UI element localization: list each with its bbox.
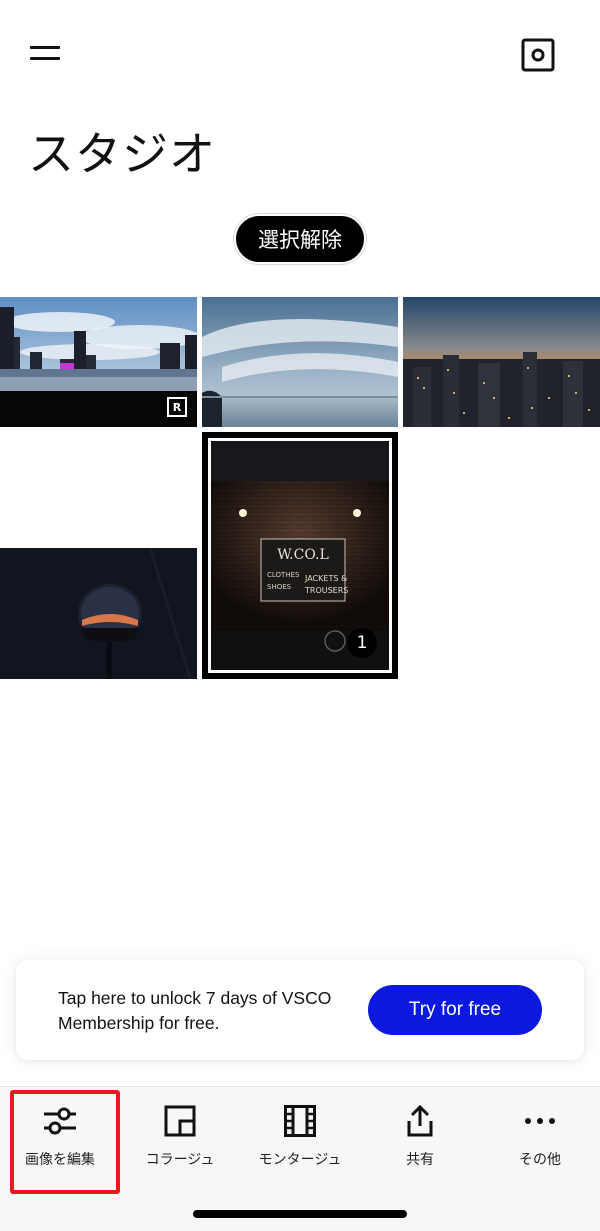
- tab-more[interactable]: その他: [480, 1105, 600, 1175]
- home-indicator[interactable]: [193, 1210, 407, 1218]
- tab-montage[interactable]: モンタージュ: [240, 1105, 360, 1175]
- collage-icon: [164, 1105, 196, 1137]
- sign-left-line: CLOTHES: [267, 571, 300, 579]
- photo-thumbnail-selected[interactable]: W.CO.L CLOTHES SHOES JACKETS & TROUSERS …: [202, 432, 398, 679]
- more-icon: [524, 1105, 556, 1137]
- promo-text: Tap here to unlock 7 days of VSCO Member…: [58, 988, 332, 1033]
- menu-icon[interactable]: [22, 36, 66, 72]
- camera-icon[interactable]: [520, 37, 556, 73]
- selected-photo-border: W.CO.L CLOTHES SHOES JACKETS & TROUSERS …: [208, 438, 392, 673]
- tab-label: その他: [519, 1152, 561, 1168]
- share-icon: [404, 1104, 436, 1137]
- tab-label: コラージュ: [145, 1152, 215, 1168]
- photo-thumbnail-city-skyline[interactable]: R: [0, 297, 197, 427]
- photo-thumbnail-seascape[interactable]: [202, 297, 398, 427]
- tab-label: モンタージュ: [258, 1152, 342, 1168]
- annotation-highlight-box: [10, 1090, 120, 1194]
- sign-right-line: JACKETS &: [304, 574, 347, 583]
- photo-thumbnail-mirror[interactable]: [0, 548, 197, 679]
- selection-count-badge: 1: [347, 628, 377, 658]
- page-title: スタジオ: [28, 127, 216, 181]
- try-for-free-button[interactable]: Try for free: [368, 985, 542, 1035]
- photo-thumbnail-night-city[interactable]: [403, 297, 600, 427]
- tab-label: 共有: [406, 1152, 434, 1168]
- menu-line: [30, 57, 60, 60]
- tab-collage[interactable]: コラージュ: [120, 1105, 240, 1175]
- deselect-button[interactable]: 選択解除: [234, 214, 366, 264]
- film-icon: [284, 1105, 316, 1137]
- tab-share[interactable]: 共有: [360, 1104, 480, 1175]
- raw-format-badge: R: [167, 397, 187, 417]
- sign-title: W.CO.L: [277, 547, 329, 563]
- membership-promo-banner[interactable]: Tap here to unlock 7 days of VSCO Member…: [16, 960, 584, 1060]
- sign-left-line: SHOES: [267, 583, 292, 591]
- sign-right-line: TROUSERS: [304, 586, 348, 595]
- menu-line: [30, 46, 60, 49]
